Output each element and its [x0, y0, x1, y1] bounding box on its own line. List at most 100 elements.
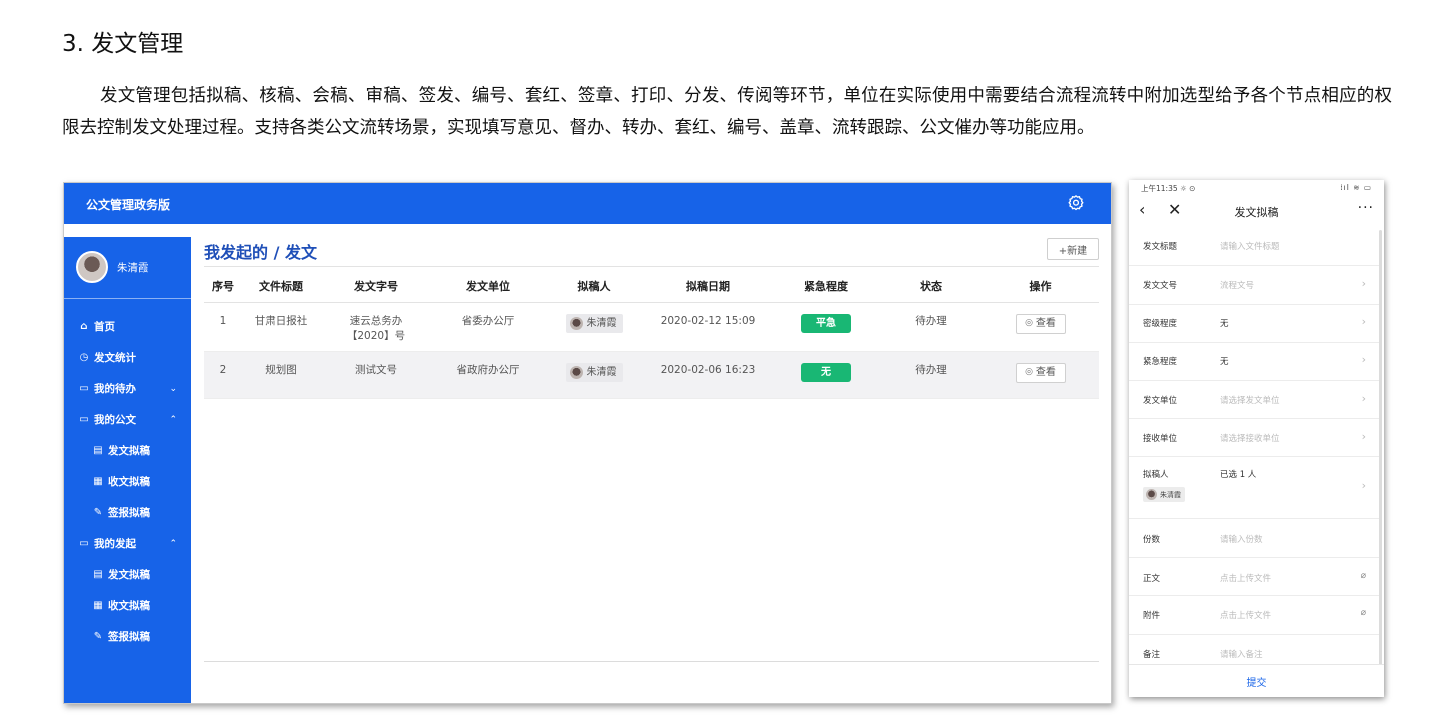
- cell-unit: 省委办公厅: [432, 302, 544, 352]
- table-row[interactable]: 1 甘肃日报社 速云总务办【2020】号 省委办公厅 朱清霞 2020-02-1…: [204, 302, 1099, 352]
- section-heading: 3. 发文管理: [62, 31, 184, 57]
- remark-input[interactable]: 请输入备注: [1220, 648, 1263, 660]
- sidebar-item[interactable]: ✎ 签报拟稿: [64, 497, 191, 528]
- table-header-row: 序号 文件标题 发文字号 发文单位 拟稿人 拟稿日期 紧急程度 状态 操作: [204, 270, 1099, 303]
- chevron-right-icon: ›: [1361, 315, 1366, 328]
- document-table: 序号 文件标题 发文字号 发文单位 拟稿人 拟稿日期 紧急程度 状态 操作 1 …: [204, 270, 1099, 399]
- column-header: 状态: [880, 270, 982, 303]
- field-doc-no[interactable]: 发文文号 流程文号 ›: [1129, 266, 1380, 305]
- field-label: 正文: [1143, 574, 1161, 584]
- sidebar-item[interactable]: ⌂ 首页: [64, 311, 191, 342]
- more-icon[interactable]: ···: [1358, 200, 1374, 216]
- field-label: 密级程度: [1143, 319, 1178, 329]
- mobile-nav-bar: ‹ ✕ 发文拟稿 ···: [1129, 198, 1384, 226]
- cell-status: 待办理: [880, 302, 982, 352]
- chevron-right-icon: ›: [1361, 479, 1366, 492]
- author-name: 朱清霞: [586, 366, 617, 378]
- column-header: 拟稿日期: [644, 270, 772, 303]
- column-header: 发文字号: [320, 270, 432, 303]
- cell-doc-no: 速云总务办【2020】号: [320, 302, 432, 352]
- field-attachment[interactable]: 附件 点击上传文件 ⌀: [1129, 596, 1380, 635]
- sidebar-item[interactable]: ▭ 我的待办 ⌄: [64, 373, 191, 404]
- mobile-page-title: 发文拟稿: [1234, 206, 1279, 219]
- copies-input[interactable]: 请输入份数: [1220, 533, 1263, 545]
- cell-author: 朱清霞: [544, 302, 644, 352]
- field-subject[interactable]: 发文标题 请输入文件标题: [1129, 228, 1380, 266]
- drafter-count: 已选 1 人: [1220, 470, 1257, 480]
- doc-icon: ▦: [93, 600, 103, 611]
- sidebar-item[interactable]: ▤ 发文拟稿: [64, 559, 191, 590]
- sidebar-item-label: 发文拟稿: [108, 569, 150, 581]
- sidebar-item[interactable]: ▦ 收文拟稿: [64, 466, 191, 497]
- sidebar-item[interactable]: ▤ 发文拟稿: [64, 435, 191, 466]
- chevron-icon[interactable]: ⌃: [169, 415, 177, 425]
- attachment-upload[interactable]: 点击上传文件: [1220, 609, 1271, 621]
- body-upload[interactable]: 点击上传文件: [1220, 572, 1271, 584]
- sidebar-item[interactable]: ◷ 发文统计: [64, 342, 191, 373]
- sidebar-item-label: 发文拟稿: [108, 445, 150, 457]
- new-button[interactable]: +新建: [1047, 238, 1099, 260]
- cell-urgency: 平急: [772, 302, 880, 352]
- edit-icon: ✎: [93, 631, 103, 642]
- sidebar-item[interactable]: ▦ 收文拟稿: [64, 590, 191, 621]
- sidebar-item[interactable]: ✎ 签报拟稿: [64, 621, 191, 652]
- field-secrecy[interactable]: 密级程度 无 ›: [1129, 305, 1380, 343]
- status-bar: 上午11:35 ☼ ⊙ ⁞ıl ≋ ▭: [1129, 180, 1384, 196]
- field-label: 拟稿人: [1143, 470, 1169, 480]
- chevron-icon[interactable]: ⌃: [169, 539, 177, 549]
- field-copies[interactable]: 份数 请输入份数: [1129, 519, 1380, 558]
- cell-doc-no: 测试文号: [320, 351, 432, 399]
- home-icon: ⌂: [80, 321, 88, 332]
- sidebar-item-label: 我的待办: [94, 383, 136, 395]
- content-bottom-divider: [204, 661, 1099, 662]
- avatar: [569, 365, 583, 379]
- column-header: 文件标题: [242, 270, 320, 303]
- scrollbar[interactable]: [1379, 230, 1382, 665]
- avatar: [76, 251, 108, 283]
- sidebar-item-label: 我的公文: [94, 414, 136, 426]
- submit-button[interactable]: 提交: [1129, 674, 1384, 689]
- field-sender[interactable]: 发文单位 请选择发文单位 ›: [1129, 381, 1380, 419]
- doc-no-input[interactable]: 流程文号: [1220, 279, 1254, 291]
- cell-action: ◎ 查看: [982, 351, 1099, 399]
- paperclip-icon[interactable]: ⌀: [1361, 571, 1366, 581]
- paperclip-icon[interactable]: ⌀: [1361, 608, 1366, 618]
- user-name: 朱清霞: [117, 261, 149, 274]
- table-row[interactable]: 2 规划图 测试文号 省政府办公厅 朱清霞 2020-02-06 16:23 无…: [204, 351, 1099, 399]
- app-header: 公文管理政务版: [64, 183, 1111, 224]
- receiver-select[interactable]: 请选择接收单位: [1220, 432, 1280, 444]
- gear-icon[interactable]: [1067, 194, 1085, 212]
- field-label: 附件: [1143, 611, 1161, 621]
- cell-unit: 省政府办公厅: [432, 351, 544, 399]
- urgency-select[interactable]: 无: [1220, 355, 1229, 367]
- drafter-chip[interactable]: 朱清霞: [1143, 487, 1185, 502]
- sidebar-item[interactable]: ▭ 我的发起 ⌃: [64, 528, 191, 559]
- secrecy-select[interactable]: 无: [1220, 317, 1229, 329]
- view-label: 查看: [1035, 367, 1056, 378]
- sidebar-item-label: 我的发起: [94, 538, 136, 550]
- chevron-icon[interactable]: ⌄: [169, 384, 177, 394]
- sender-select[interactable]: 请选择发文单位: [1220, 394, 1280, 406]
- field-urgency[interactable]: 紧急程度 无 ›: [1129, 343, 1380, 381]
- status-time: 上午11:35 ☼ ⊙: [1141, 184, 1196, 193]
- field-label: 发文文号: [1143, 281, 1178, 291]
- draft-form: 发文标题 请输入文件标题 发文文号 流程文号 › 密级程度 无 › 紧急程度 无…: [1129, 228, 1380, 671]
- drafter-name: 朱清霞: [1160, 490, 1181, 499]
- view-button[interactable]: ◎ 查看: [1015, 313, 1066, 334]
- column-header: 操作: [982, 270, 1099, 303]
- author-tag: 朱清霞: [565, 362, 623, 382]
- avatar: [569, 316, 583, 330]
- user-profile[interactable]: 朱清霞: [76, 249, 149, 285]
- sidebar-item[interactable]: ▭ 我的公文 ⌃: [64, 404, 191, 435]
- field-drafter[interactable]: 拟稿人 已选 1 人 朱清霞 ›: [1129, 457, 1380, 519]
- field-body[interactable]: 正文 点击上传文件 ⌀: [1129, 558, 1380, 596]
- eye-icon: ◎: [1025, 318, 1033, 328]
- status-icons: ⁞ıl ≋ ▭: [1340, 183, 1372, 192]
- view-button[interactable]: ◎ 查看: [1015, 362, 1066, 383]
- field-label: 备注: [1143, 650, 1161, 660]
- author-tag: 朱清霞: [565, 313, 623, 333]
- subject-input[interactable]: 请输入文件标题: [1220, 240, 1280, 252]
- sidebar-item-label: 收文拟稿: [108, 476, 150, 488]
- field-receiver[interactable]: 接收单位 请选择接收单位 ›: [1129, 419, 1380, 457]
- cell-title: 规划图: [242, 351, 320, 399]
